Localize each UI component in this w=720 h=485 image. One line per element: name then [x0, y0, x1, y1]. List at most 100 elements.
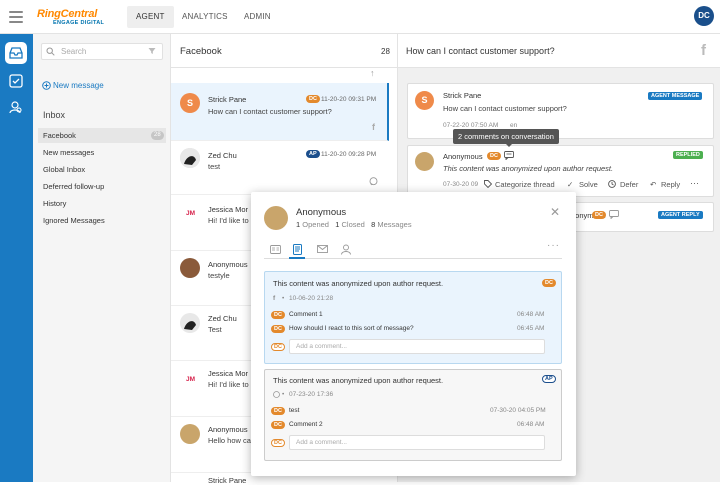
tab-analytics[interactable]: ANALYTICS: [173, 6, 237, 28]
comment-text: Comment 1: [289, 311, 323, 318]
list-item-text: Hello how ca: [208, 436, 251, 445]
replied-tag: REPLIED: [673, 151, 703, 159]
avatar-initials: JM: [186, 210, 196, 217]
plus-circle-icon[interactable]: [42, 81, 51, 92]
comment-text: How should I react to this sort of messa…: [289, 325, 414, 332]
add-comment-input[interactable]: Add a comment...: [289, 435, 545, 450]
list-item[interactable]: [171, 141, 388, 195]
solve-button[interactable]: Solve: [579, 180, 598, 189]
sidebar-item-history[interactable]: History: [38, 196, 166, 211]
list-item-name: Strick Pane: [208, 476, 247, 485]
list-count: 28: [381, 47, 390, 56]
more-icon[interactable]: ···: [547, 240, 560, 251]
defer-button[interactable]: Defer: [620, 180, 638, 189]
inbox-icon[interactable]: [5, 42, 27, 64]
avatar: [264, 206, 288, 230]
user-avatar[interactable]: DC: [694, 6, 714, 26]
list-item-text: Hi! I'd like to: [208, 216, 249, 225]
facebook-icon: f: [372, 122, 375, 132]
inbox-heading: Inbox: [43, 110, 66, 120]
comment-time: 06:48 AM: [517, 311, 545, 318]
note-date: 07-23-20 17:36: [289, 391, 334, 398]
list-title: Facebook: [180, 46, 222, 57]
search-input[interactable]: [41, 43, 163, 60]
message-meta: 07-22-20 07:50 AM: [443, 122, 499, 129]
facebook-icon: f: [273, 295, 276, 302]
avatar: [180, 148, 200, 168]
tab-agent[interactable]: AGENT: [127, 6, 174, 28]
agent-badge: DC: [271, 439, 285, 447]
thread-title: How can I contact customer support?: [406, 46, 555, 56]
list-item-text: Hi! I'd like to: [208, 380, 249, 389]
message-author: Strick Pane: [443, 91, 482, 100]
list-item-name: Jessica Mor: [208, 369, 249, 378]
avatar: S: [180, 93, 200, 113]
add-comment-input[interactable]: Add a comment...: [289, 339, 545, 354]
list-item-name: Zed Chu: [208, 314, 237, 323]
tab-email-icon[interactable]: [314, 242, 330, 256]
close-icon[interactable]: ✕: [550, 205, 560, 219]
hamburger-menu-icon[interactable]: [9, 11, 23, 23]
more-actions-icon[interactable]: ···: [690, 178, 699, 188]
avatar: [180, 313, 200, 333]
list-item-name: Zed Chu: [208, 151, 237, 160]
check-icon[interactable]: ✓: [567, 180, 573, 189]
tab-notes-icon[interactable]: [289, 242, 305, 259]
contact-name: Anonymous: [296, 207, 347, 218]
reply-icon[interactable]: ↶: [650, 180, 656, 189]
sidebar-item-ignored[interactable]: Ignored Messages: [38, 213, 166, 228]
tasks-icon[interactable]: [5, 70, 27, 92]
list-item-time: 11-20-20 09:31 PM: [321, 96, 377, 103]
list-item-name: Jessica Mor: [208, 205, 249, 214]
note-text: This content was anonymized upon author …: [273, 279, 444, 288]
scroll-top-icon[interactable]: ↑: [370, 68, 375, 78]
avatar-initials: JM: [186, 376, 196, 383]
comment-time: 06:45 AM: [517, 325, 545, 332]
modal-tabs: [264, 240, 562, 259]
categorize-thread-button[interactable]: Categorize thread: [495, 180, 555, 189]
opened-count: 1: [296, 220, 301, 229]
brand-subtitle: ENGAGE DIGITAL: [53, 20, 105, 26]
note-text: This content was anonymized upon author …: [273, 376, 444, 385]
clock-icon[interactable]: [608, 180, 616, 190]
list-item-name: Anonymous: [208, 260, 248, 269]
agent-badge: DC: [542, 279, 556, 287]
avatar: [180, 258, 200, 278]
tab-admin[interactable]: ADMIN: [235, 6, 280, 28]
avatar: [180, 424, 200, 444]
new-message-link[interactable]: New message: [53, 81, 104, 90]
tab-contacts-icon[interactable]: [338, 242, 354, 256]
list-item-name: Strick Pane: [208, 95, 247, 104]
message-text: How can I contact customer support?: [443, 104, 567, 113]
list-item-text: testyle: [208, 271, 230, 280]
note-date-separator: •: [282, 295, 285, 302]
sidebar-item-new-messages[interactable]: New messages: [38, 145, 166, 160]
messages-label: Messages: [377, 220, 412, 229]
comment-text: test: [289, 407, 300, 414]
opened-label: Opened: [302, 220, 329, 229]
sidebar-item-deferred[interactable]: Deferred follow-up: [38, 179, 166, 194]
comments-tooltip: 2 comments on conversation: [453, 129, 559, 144]
agent-badge: DC: [271, 407, 285, 415]
tab-identity-icon[interactable]: [267, 242, 283, 256]
avatar: S: [415, 91, 434, 110]
sidebar-item-facebook[interactable]: Facebook: [38, 128, 166, 143]
message-text: This content was anonymized upon author …: [443, 164, 614, 173]
filter-icon[interactable]: [148, 47, 156, 57]
agent-message-tag: AGENT MESSAGE: [648, 92, 703, 100]
message-meta: 07-30-20 09: [443, 181, 479, 188]
comments-icon[interactable]: [609, 210, 619, 221]
inbox-nav-panel: [33, 34, 171, 482]
comments-icon[interactable]: [504, 151, 514, 162]
top-bar: [0, 0, 720, 34]
facebook-count-badge: 28: [151, 131, 164, 140]
contact-stats: 1 Opened 1 Closed 8 Messages: [296, 220, 412, 229]
search-contacts-icon[interactable]: [5, 96, 27, 118]
agent-badge: DC: [271, 311, 285, 319]
agent-badge: DC: [271, 421, 285, 429]
sidebar-item-global-inbox[interactable]: Global Inbox: [38, 162, 166, 177]
reply-button[interactable]: Reply: [661, 180, 680, 189]
categorize-icon[interactable]: [484, 180, 493, 190]
agent-badge: DC: [271, 343, 285, 351]
closed-count: 1: [335, 220, 340, 229]
